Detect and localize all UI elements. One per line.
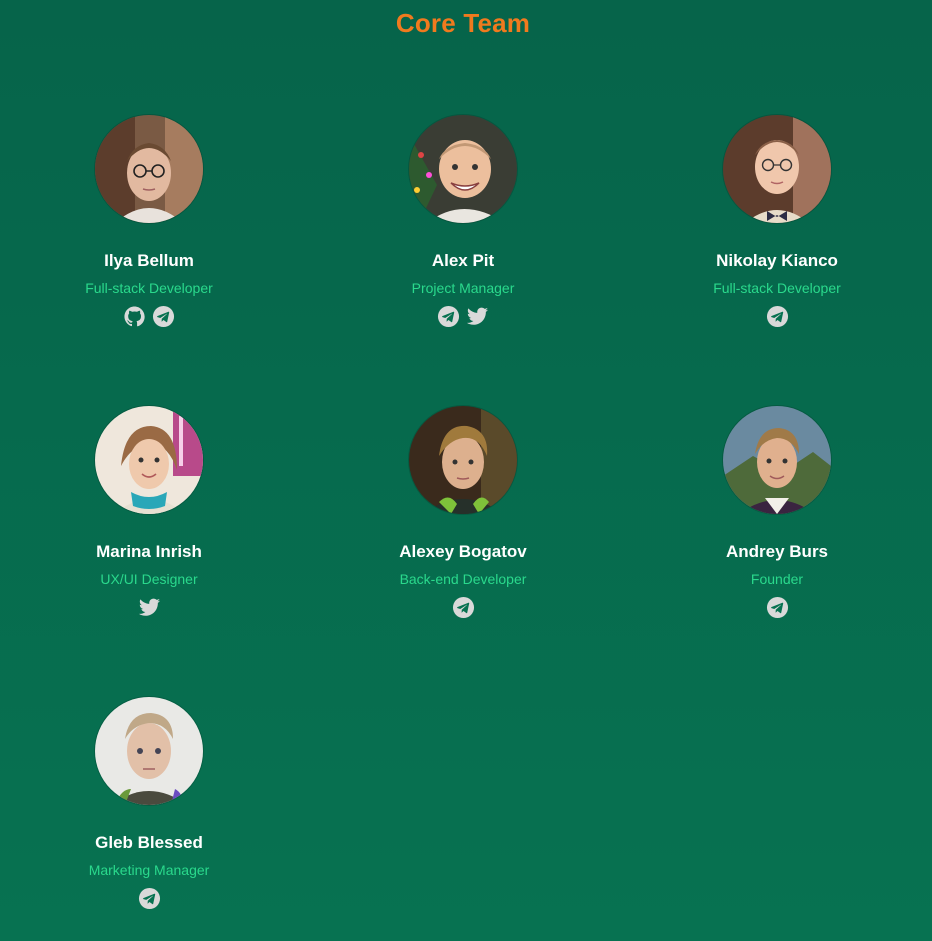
telegram-icon[interactable] xyxy=(766,596,789,619)
member-name: Alexey Bogatov xyxy=(399,542,527,561)
github-icon[interactable] xyxy=(123,305,146,328)
avatar xyxy=(723,406,831,514)
member-role: Full-stack Developer xyxy=(85,280,213,296)
social-links xyxy=(647,596,907,620)
member-name: Marina Inrish xyxy=(96,542,202,561)
member-name: Ilya Bellum xyxy=(104,251,194,270)
team-member-card: Nikolay Kianco Full-stack Developer xyxy=(647,115,907,329)
member-role: Project Manager xyxy=(411,280,515,296)
member-role: Full-stack Developer xyxy=(713,280,841,296)
member-role: Founder xyxy=(750,571,804,587)
social-links xyxy=(19,305,279,329)
avatar-portrait xyxy=(95,115,203,223)
member-role: Back-end Developer xyxy=(399,571,527,587)
member-name: Andrey Burs xyxy=(725,542,829,561)
social-links xyxy=(19,596,279,620)
avatar-portrait xyxy=(95,697,203,805)
team-member-card: Alexey Bogatov Back-end Developer xyxy=(333,406,593,620)
avatar-portrait xyxy=(723,406,831,514)
member-role: UX/UI Designer xyxy=(100,571,198,587)
telegram-icon[interactable] xyxy=(452,596,475,619)
telegram-icon[interactable] xyxy=(766,305,789,328)
avatar xyxy=(723,115,831,223)
telegram-icon[interactable] xyxy=(437,305,460,328)
team-member-card: Ilya Bellum Full-stack Developer xyxy=(19,115,279,329)
avatar-portrait xyxy=(95,406,203,514)
avatar-portrait xyxy=(409,406,517,514)
team-member-card: Andrey Burs Founder xyxy=(647,406,907,620)
twitter-icon[interactable] xyxy=(138,596,161,619)
avatar xyxy=(409,406,517,514)
social-links xyxy=(19,887,279,911)
avatar xyxy=(95,115,203,223)
team-member-card: Alex Pit Project Manager xyxy=(333,115,593,329)
avatar xyxy=(95,697,203,805)
avatar xyxy=(409,115,517,223)
telegram-icon[interactable] xyxy=(138,887,161,910)
telegram-icon[interactable] xyxy=(152,305,175,328)
social-links xyxy=(333,596,593,620)
avatar xyxy=(95,406,203,514)
team-member-card: Gleb Blessed Marketing Manager xyxy=(19,697,279,911)
member-name: Alex Pit xyxy=(431,251,495,270)
avatar-portrait xyxy=(723,115,831,223)
team-member-card: Marina Inrish UX/UI Designer xyxy=(19,406,279,620)
avatar-portrait xyxy=(409,115,517,223)
member-role: Marketing Manager xyxy=(88,862,210,878)
social-links xyxy=(647,305,907,329)
member-name: Gleb Blessed xyxy=(95,833,203,852)
social-links xyxy=(333,305,593,329)
team-grid: Ilya Bellum Full-stack Developer Alex Pi… xyxy=(0,0,932,941)
twitter-icon[interactable] xyxy=(466,305,489,328)
member-name: Nikolay Kianco xyxy=(716,251,838,270)
